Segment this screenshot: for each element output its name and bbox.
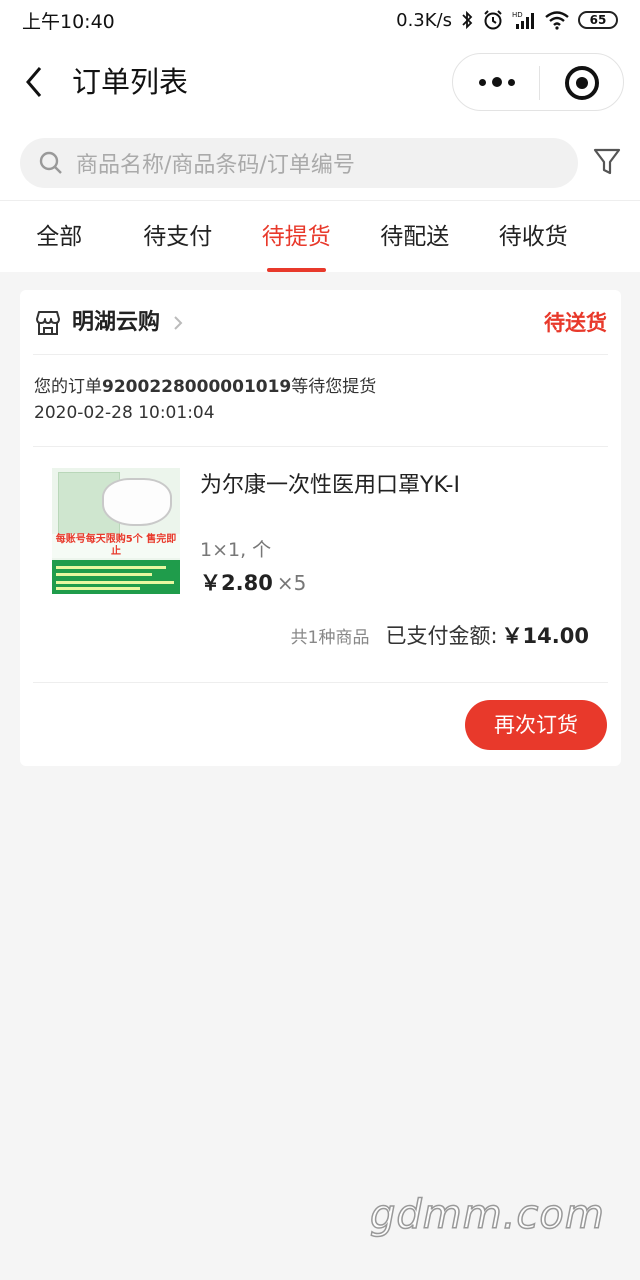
target-icon[interactable] <box>565 66 599 100</box>
status-badge: 待送货 <box>544 311 607 335</box>
wifi-icon <box>545 11 569 30</box>
notice-suffix: 等待您提货 <box>291 377 377 397</box>
bluetooth-icon <box>462 10 473 30</box>
tab-pending-payment[interactable]: 待支付 <box>119 201 238 272</box>
tab-completed-partial[interactable]: 已 <box>593 201 640 272</box>
product-image-banner <box>52 560 180 594</box>
purchase-limit-text: 每账号每天限购5个 售完即止 <box>52 534 180 558</box>
chevron-right-icon <box>174 316 183 330</box>
card-divider <box>33 354 608 355</box>
tab-all[interactable]: 全部 <box>0 201 119 272</box>
tab-pending-delivery[interactable]: 待配送 <box>356 201 475 272</box>
alarm-icon <box>484 10 502 30</box>
item-count: 共1种商品 <box>290 628 370 648</box>
product-image[interactable]: 每账号每天限购5个 售完即止 <box>52 468 180 594</box>
order-card: 明湖云购 待送货 您的订单9200228000001019等待您提货 2020-… <box>20 290 621 766</box>
order-notice: 您的订单9200228000001019等待您提货 <box>34 374 376 400</box>
product-spec: 1×1, 个 <box>200 539 272 561</box>
battery-icon: 65 <box>578 11 618 29</box>
order-time: 2020-02-28 10:01:04 <box>34 403 215 423</box>
tab-pending-receipt[interactable]: 待收货 <box>474 201 593 272</box>
face-mask-graphic <box>102 478 172 526</box>
status-bar: 上午10:40 0.3K/s HD 65 <box>0 0 640 40</box>
product-quantity: ×5 <box>276 571 307 595</box>
more-dots-icon[interactable] <box>473 54 521 110</box>
reorder-button[interactable]: 再次订货 <box>465 700 607 750</box>
notice-prefix: 您的订单 <box>34 377 102 397</box>
filter-icon[interactable] <box>592 146 622 178</box>
order-status-tabs: 全部 待支付 待提货 待配送 待收货 已 <box>0 200 640 272</box>
network-speed: 0.3K/s <box>396 9 452 31</box>
card-divider <box>33 682 608 683</box>
product-price: ￥2.80 <box>200 571 273 595</box>
store-name[interactable]: 明湖云购 <box>72 308 160 338</box>
store-icon <box>36 311 60 335</box>
card-divider <box>33 446 608 447</box>
product-price-row: ￥2.80 ×5 <box>200 568 306 598</box>
status-time: 上午10:40 <box>22 10 115 33</box>
search-placeholder: 商品名称/商品条码/订单编号 <box>76 153 355 178</box>
back-arrow-icon[interactable] <box>20 62 50 102</box>
status-icons: 0.3K/s HD 65 <box>396 9 618 31</box>
product-name[interactable]: 为尔康一次性医用口罩YK-I <box>200 470 460 502</box>
search-input[interactable]: 商品名称/商品条码/订单编号 <box>20 138 578 188</box>
signal-icon: HD <box>512 11 534 29</box>
nav-bar: 订单列表 <box>0 40 640 126</box>
site-watermark: gdmm.com <box>369 1191 605 1239</box>
search-icon <box>39 151 62 174</box>
page-title: 订单列表 <box>72 65 189 99</box>
paid-amount: ￥14.00 <box>501 624 589 648</box>
order-card-header[interactable]: 明湖云购 待送货 <box>20 290 621 356</box>
paid-label: 已支付金额: <box>385 624 498 648</box>
tab-pending-pickup[interactable]: 待提货 <box>237 201 356 272</box>
order-summary: 共1种商品 已支付金额: ￥14.00 <box>291 620 589 650</box>
svg-text:HD: HD <box>512 11 523 19</box>
mini-program-capsule <box>452 53 624 111</box>
order-number: 9200228000001019 <box>102 377 292 397</box>
capsule-divider <box>539 66 540 100</box>
search-bar: 商品名称/商品条码/订单编号 <box>0 126 640 200</box>
